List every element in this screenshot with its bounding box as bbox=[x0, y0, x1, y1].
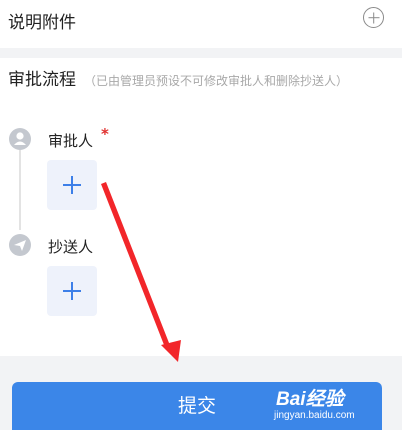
timeline-line bbox=[19, 150, 21, 230]
attachment-row: 说明附件 bbox=[0, 0, 402, 48]
watermark-url: jingyan.baidu.com bbox=[274, 410, 355, 421]
add-attachment-icon[interactable] bbox=[363, 7, 384, 28]
required-mark: * bbox=[101, 125, 109, 143]
approval-flow-hint: （已由管理员预设不可修改审批人和删除抄送人） bbox=[84, 74, 349, 88]
approval-flow-title: 审批流程 bbox=[8, 70, 76, 90]
approval-flow-section: 审批流程 （已由管理员预设不可修改审批人和删除抄送人） 审批人 * 抄送人 bbox=[0, 58, 402, 356]
user-icon bbox=[9, 128, 31, 150]
add-cc-button[interactable] bbox=[47, 266, 97, 316]
cc-label: 抄送人 bbox=[48, 238, 94, 256]
add-approver-button[interactable] bbox=[47, 160, 97, 210]
watermark: Bai经验 jingyan.baidu.com bbox=[270, 384, 398, 428]
attachment-label: 说明附件 bbox=[8, 13, 76, 33]
paper-plane-icon bbox=[9, 234, 31, 256]
watermark-logo: Bai经验 bbox=[276, 389, 344, 410]
approver-label: 审批人 bbox=[48, 132, 94, 150]
